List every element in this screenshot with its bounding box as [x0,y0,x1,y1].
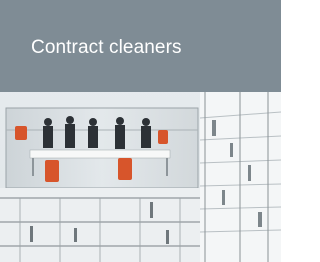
contract-cleaners-card[interactable]: Contract cleaners [0,0,281,262]
card-title: Contract cleaners [31,37,182,58]
